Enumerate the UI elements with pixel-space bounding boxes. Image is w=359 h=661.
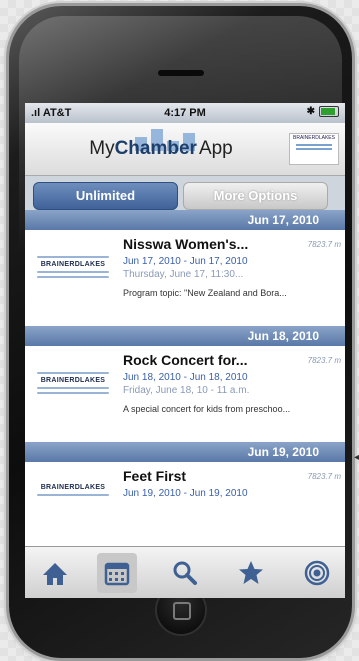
home-tab-icon[interactable] — [35, 553, 75, 593]
home-button-icon — [173, 602, 191, 620]
date-section-header: Jun 18, 2010 — [25, 326, 345, 346]
app-screen: .ıl AT&T 4:17 PM ✱ MyChamber App BRAINERD… — [25, 103, 345, 598]
event-title: Rock Concert for... — [123, 352, 248, 368]
partner-logo: BRAINERDLAKES — [289, 133, 339, 165]
tab-more-options[interactable]: More Options — [183, 182, 328, 210]
arrow-left-icon: ◂ — [353, 452, 359, 463]
event-dates: Jun 18, 2010 - Jun 18, 2010 — [123, 372, 248, 383]
event-title: Feet First — [123, 468, 187, 484]
event-list-item[interactable]: BRAINERDLAKES Feet First 7823.7 m Jun 19… — [25, 462, 345, 506]
filter-tabs: Unlimited More Options — [25, 176, 345, 210]
event-time: Friday, June 18, 10 - 11 a.m. — [123, 385, 250, 396]
status-bar: .ıl AT&T 4:17 PM ✱ — [25, 103, 345, 123]
event-time: Thursday, June 17, 11:30... — [123, 269, 244, 280]
event-distance: 7823.7 m — [307, 356, 341, 365]
date-section-header: Jun 19, 2010 — [25, 442, 345, 462]
event-list-item[interactable]: BRAINERDLAKES Rock Concert for... 7823.7… — [25, 346, 345, 442]
earpiece-speaker — [158, 70, 204, 76]
event-logo: BRAINERDLAKES — [31, 484, 115, 506]
event-dates: Jun 19, 2010 - Jun 19, 2010 — [123, 488, 248, 499]
app-header: MyChamber App BRAINERDLAKES — [25, 123, 345, 176]
event-dates: Jun 17, 2010 - Jun 17, 2010 — [123, 256, 248, 267]
battery-icon — [319, 106, 339, 117]
bottom-tab-bar — [25, 546, 345, 598]
target-tab-icon[interactable] — [297, 553, 337, 593]
event-description: A special concert for kids from preschoo… — [123, 404, 291, 414]
date-section-header: Jun 17, 2010 — [25, 210, 345, 230]
search-tab-icon[interactable] — [165, 553, 205, 593]
tab-unlimited[interactable]: Unlimited — [33, 182, 178, 210]
star-tab-icon[interactable] — [231, 553, 271, 593]
event-distance: 7823.7 m — [307, 240, 341, 249]
event-title: Nisswa Women's... — [123, 236, 249, 252]
event-logo: BRAINERDLAKES — [31, 362, 115, 408]
event-description: Program topic: "New Zealand and Bora... — [123, 288, 287, 298]
status-time: 4:17 PM — [164, 107, 206, 119]
event-distance: 7823.7 m — [307, 472, 341, 481]
event-logo: BRAINERDLAKES — [31, 246, 115, 292]
app-title: MyChamber App — [89, 138, 233, 159]
bluetooth-icon: ✱ — [306, 106, 315, 117]
calendar-tab-icon[interactable] — [97, 553, 137, 593]
event-list-item[interactable]: BRAINERDLAKES Nisswa Women's... 7823.7 m… — [25, 230, 345, 326]
